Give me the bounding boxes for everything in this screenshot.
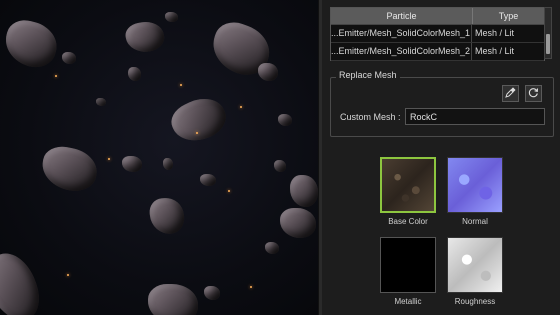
pick-mesh-button[interactable] bbox=[502, 85, 519, 102]
asteroid bbox=[38, 143, 101, 195]
asteroid bbox=[62, 52, 76, 64]
properties-panel: Particle Type ...Emitter/Mesh_SolidColor… bbox=[322, 0, 560, 315]
column-header-type[interactable]: Type bbox=[473, 8, 544, 24]
table-row[interactable]: ...Emitter/Mesh_SolidColorMesh_2 Mesh / … bbox=[331, 43, 544, 61]
asteroid bbox=[163, 158, 173, 170]
particle-table: Particle Type ...Emitter/Mesh_SolidColor… bbox=[330, 7, 545, 61]
spark bbox=[55, 75, 57, 77]
type-cell: Mesh / Lit bbox=[475, 46, 515, 56]
spark bbox=[240, 106, 242, 108]
spark bbox=[196, 132, 198, 134]
asteroid bbox=[165, 12, 178, 22]
3d-viewport[interactable] bbox=[0, 0, 318, 315]
custom-mesh-input[interactable] bbox=[405, 108, 545, 125]
asteroid bbox=[148, 284, 198, 315]
table-scrollbar[interactable] bbox=[544, 7, 552, 59]
asteroid bbox=[200, 174, 216, 186]
spark bbox=[180, 84, 182, 86]
metallic-texture-slot[interactable] bbox=[380, 237, 436, 293]
asteroid bbox=[0, 16, 62, 72]
asteroid bbox=[274, 160, 286, 172]
asteroid bbox=[166, 90, 232, 150]
refresh-button[interactable] bbox=[525, 85, 542, 102]
asteroid bbox=[204, 286, 220, 300]
spark bbox=[67, 274, 69, 276]
asteroid bbox=[128, 67, 141, 81]
refresh-icon bbox=[528, 87, 539, 100]
particle-cell: ...Emitter/Mesh_SolidColorMesh_1 bbox=[331, 25, 472, 42]
normal-texture-slot[interactable] bbox=[447, 157, 503, 213]
roughness-label: Roughness bbox=[454, 297, 496, 306]
table-header: Particle Type bbox=[331, 8, 544, 25]
normal-label: Normal bbox=[462, 217, 488, 226]
eyedropper-icon bbox=[505, 87, 516, 100]
base-color-texture-slot[interactable] bbox=[380, 157, 436, 213]
asteroid bbox=[0, 246, 47, 315]
spark bbox=[228, 190, 230, 192]
column-header-particle[interactable]: Particle bbox=[331, 8, 473, 24]
type-cell: Mesh / Lit bbox=[475, 28, 515, 38]
scrollbar-thumb[interactable] bbox=[546, 34, 550, 54]
table-row[interactable]: ...Emitter/Mesh_SolidColorMesh_1 Mesh / … bbox=[331, 25, 544, 43]
asteroid bbox=[280, 208, 316, 238]
asteroid bbox=[278, 114, 292, 126]
asteroid bbox=[122, 156, 142, 172]
asteroid bbox=[123, 18, 167, 56]
asteroid bbox=[258, 63, 278, 81]
replace-mesh-group bbox=[330, 77, 554, 137]
spark bbox=[250, 286, 252, 288]
asteroid bbox=[290, 175, 318, 207]
asteroid bbox=[148, 196, 186, 236]
spark bbox=[108, 158, 110, 160]
replace-mesh-title: Replace Mesh bbox=[336, 70, 400, 80]
custom-mesh-label: Custom Mesh : bbox=[340, 112, 401, 122]
asteroid bbox=[96, 98, 106, 106]
asteroid bbox=[265, 242, 279, 254]
particle-cell: ...Emitter/Mesh_SolidColorMesh_2 bbox=[331, 43, 472, 60]
roughness-texture-slot[interactable] bbox=[447, 237, 503, 293]
